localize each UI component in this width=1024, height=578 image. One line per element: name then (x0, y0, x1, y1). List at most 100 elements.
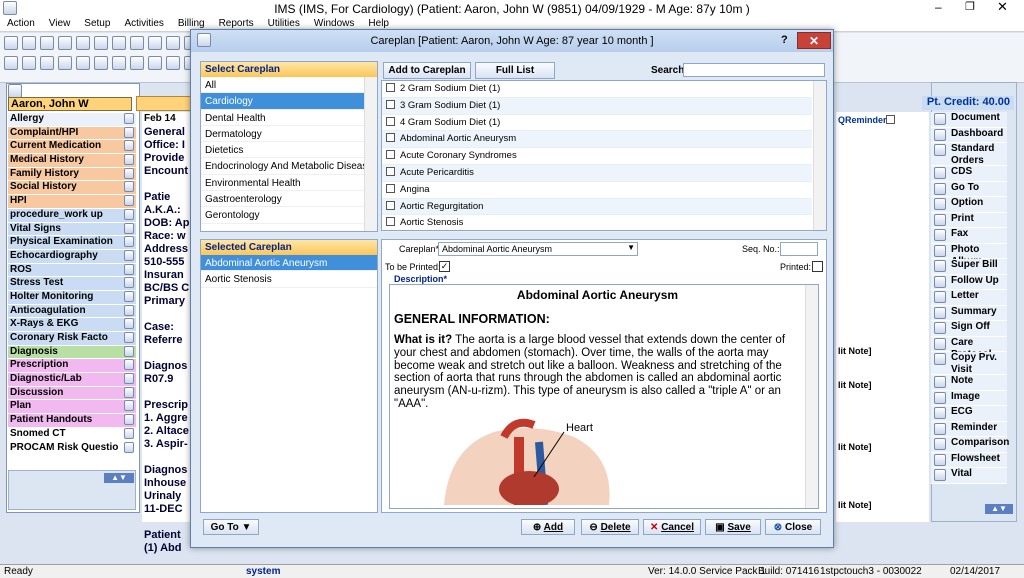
left-nav-item[interactable]: X-Rays & EKG (8, 318, 136, 332)
right-nav-item[interactable]: Reminder (931, 421, 1007, 437)
left-nav-item[interactable]: Physical Examination (8, 236, 136, 250)
careplan-item[interactable]: Abdominal Aortic Aneurysm (382, 131, 812, 149)
toolbar-icon[interactable] (58, 36, 72, 50)
careplan-item[interactable]: Angina (382, 182, 812, 199)
go-to-button[interactable]: Go To ▼ (203, 519, 259, 535)
help-icon[interactable]: ? (781, 34, 788, 46)
full-list-button[interactable]: Full List (475, 62, 555, 79)
left-nav-item[interactable]: Current Medication (8, 140, 136, 155)
left-nav-item[interactable]: Stress Test (8, 277, 136, 291)
right-nav-item[interactable]: Flowsheet (931, 452, 1007, 468)
left-nav-item[interactable]: Allergy (8, 113, 136, 127)
category-item[interactable]: All (201, 77, 364, 94)
category-item[interactable]: Gastroenterology (201, 191, 364, 208)
right-nav-item[interactable]: Follow Up (931, 274, 1007, 290)
add-to-careplan-button[interactable]: Add to Careplan (383, 62, 471, 79)
toolbar-icon[interactable] (76, 56, 90, 70)
category-item[interactable]: Dermatology (201, 126, 364, 143)
left-nav-item[interactable]: ROS (8, 263, 136, 278)
left-nav-item[interactable]: Echocardiography (8, 249, 136, 264)
left-nav-item[interactable]: Anticoagulation (8, 304, 136, 319)
toolbar-icon[interactable] (4, 56, 18, 70)
reminder-checkbox[interactable] (886, 115, 895, 124)
edit-note[interactable]: lit Note] (838, 380, 872, 390)
right-nav-item[interactable]: Image (931, 390, 1007, 406)
left-nav-item[interactable]: Vital Signs (8, 222, 136, 237)
category-item[interactable]: Cardiology (201, 93, 364, 110)
left-nav-item[interactable]: Coronary Risk Facto (8, 332, 136, 346)
left-nav-item[interactable]: procedure_work up (8, 208, 136, 223)
left-nav-item[interactable]: Holter Monitoring (8, 290, 136, 305)
save-button[interactable]: ▣ Save (705, 519, 761, 535)
toolbar-icon[interactable] (166, 56, 180, 70)
scroll-arrows-icon[interactable]: ▲▼ (104, 473, 134, 483)
left-nav-item[interactable]: Snomed CT (8, 427, 136, 442)
left-scroll[interactable]: ▲▼ (8, 470, 136, 510)
toolbar-icon[interactable] (166, 36, 180, 50)
right-nav-item[interactable]: Copy Prv. Visit (931, 352, 1007, 375)
left-nav-item[interactable]: Diagnosis (8, 345, 136, 360)
restore-icon[interactable]: ❐ (965, 0, 975, 13)
left-nav-item[interactable]: Social History (8, 181, 136, 196)
careplan-checkbox[interactable] (386, 83, 395, 92)
printed-checkbox[interactable] (812, 261, 823, 272)
careplan-item[interactable]: Aortic Stenosis (382, 215, 812, 233)
left-nav-item[interactable]: Plan (8, 400, 136, 415)
toolbar-icon[interactable] (148, 36, 162, 50)
right-nav-item[interactable]: Comparison (931, 437, 1009, 453)
toolbar-icon[interactable] (40, 36, 54, 50)
careplan-checkbox[interactable] (386, 217, 395, 227)
left-nav-item[interactable]: HPI (8, 195, 136, 209)
menu-item[interactable]: Activities (117, 17, 170, 30)
minimize-icon[interactable]: – (935, 0, 942, 14)
careplan-checkbox[interactable] (386, 200, 395, 210)
right-nav-item[interactable]: Summary (931, 305, 1007, 321)
to-be-printed-checkbox[interactable]: ✓ (439, 261, 450, 272)
description-scrollbar[interactable] (805, 285, 818, 508)
right-nav-item[interactable]: ECG (931, 406, 1007, 422)
left-nav-item[interactable]: Medical History (8, 154, 136, 168)
category-item[interactable]: Endocrinology And Metabolic Disease (201, 158, 373, 175)
left-nav-item[interactable]: Prescription (8, 359, 136, 374)
selected-careplan-item[interactable]: Aortic Stenosis (201, 271, 377, 288)
toolbar-icon[interactable] (130, 56, 144, 70)
right-nav-item[interactable]: Print (931, 212, 1007, 228)
careplan-item[interactable]: Acute Pericarditis (382, 164, 812, 182)
careplan-item[interactable]: 4 Gram Sodium Diet (1) (382, 115, 812, 132)
careplan-checkbox[interactable] (386, 99, 395, 109)
search-input[interactable] (683, 63, 825, 77)
toolbar-icon[interactable] (130, 36, 144, 50)
toolbar-icon[interactable] (40, 56, 54, 70)
category-item[interactable]: Environmental Health (201, 175, 364, 192)
right-nav-item[interactable]: Care Protocol (931, 336, 1007, 360)
toolbar-icon[interactable] (148, 56, 162, 70)
toolbar-icon[interactable] (58, 56, 72, 70)
careplan-checkbox[interactable] (386, 133, 395, 143)
right-nav-item[interactable]: Super Bill (931, 259, 1007, 275)
toolbar-icon[interactable] (22, 56, 36, 70)
right-nav-item[interactable]: CDS (931, 166, 1007, 182)
menu-item[interactable]: View (42, 17, 78, 30)
right-nav-item[interactable]: Note (931, 375, 1007, 391)
careplan-checkbox[interactable] (386, 183, 395, 193)
menu-item[interactable]: Action (0, 17, 42, 30)
cancel-button[interactable]: ✕ Cancel (643, 519, 701, 535)
right-nav-item[interactable]: Document (931, 112, 1007, 128)
delete-button[interactable]: ⊖ Delete (581, 519, 639, 535)
right-nav-item[interactable]: Option (931, 197, 1007, 213)
right-nav-item[interactable]: Photo Album (931, 243, 1007, 267)
right-nav-item[interactable]: Standard Orders (931, 143, 1007, 166)
left-nav-item[interactable]: Complaint/HPI (8, 126, 136, 141)
toolbar-icon[interactable] (112, 36, 126, 50)
right-nav-item[interactable]: Dashboard (931, 127, 1007, 143)
careplan-item[interactable]: Acute Coronary Syndromes (382, 148, 812, 165)
careplan-checkbox[interactable] (386, 150, 395, 160)
careplan-select[interactable]: Abdominal Aortic Aneurysm ▼ (438, 242, 638, 256)
category-item[interactable]: Gerontology (201, 207, 364, 224)
edit-note[interactable]: lit Note] (838, 500, 872, 510)
careplan-checkbox[interactable] (386, 166, 395, 176)
left-nav-item[interactable]: Discussion (8, 386, 136, 401)
close-icon[interactable]: ✕ (997, 0, 1008, 15)
description-editor[interactable]: Abdominal Aortic Aneurysm GENERAL INFORM… (389, 284, 819, 509)
left-nav-item[interactable]: Diagnostic/Lab (8, 373, 136, 387)
